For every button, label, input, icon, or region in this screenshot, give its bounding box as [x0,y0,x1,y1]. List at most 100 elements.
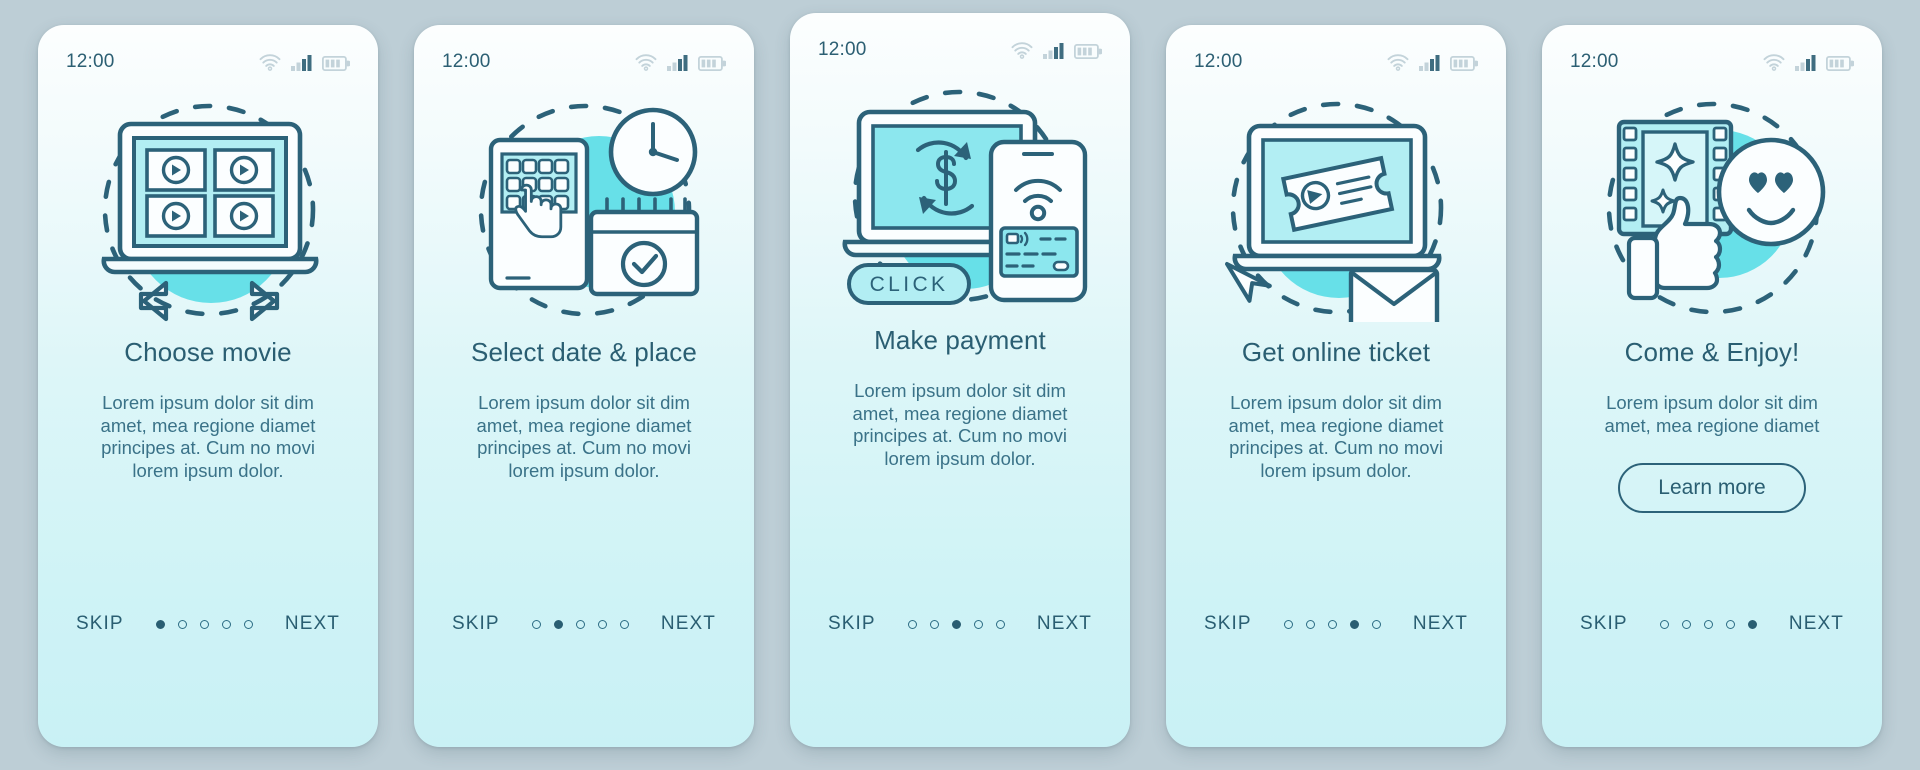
onboarding-screen-select-date-place: 12:00 Select date & place Lorem ipsum do… [414,25,754,747]
skip-button[interactable]: SKIP [1580,613,1628,635]
pagination-dot[interactable] [1349,619,1359,629]
pagination-dots [1659,619,1757,629]
page-description: Lorem ipsum dolor sit dim amet, mea regi… [852,380,1068,469]
skip-button[interactable]: SKIP [828,613,876,635]
pagination-dot[interactable] [531,619,541,629]
onboarding-screen-get-online-ticket: 12:00 Get online ticket Lorem ipsum dolo… [1166,25,1506,747]
page-description: Lorem ipsum dolor sit dim amet, mea regi… [1228,392,1444,481]
page-description: Lorem ipsum dolor sit dim amet, mea regi… [100,392,316,481]
status-clock: 12:00 [818,39,867,60]
battery-icon [1826,56,1854,71]
cellular-signal-icon [1419,55,1440,71]
onboarding-footer: SKIP NEXT [790,613,1130,747]
pagination-dot[interactable] [1305,619,1315,629]
status-bar: 12:00 [1542,25,1882,83]
onboarding-footer: SKIP NEXT [1166,613,1506,747]
page-title: Choose movie [124,337,292,367]
status-clock: 12:00 [442,51,491,72]
next-button[interactable]: NEXT [1037,613,1092,635]
skip-button[interactable]: SKIP [76,613,124,635]
status-icon-group [634,53,726,71]
page-title: Come & Enjoy! [1624,337,1800,367]
illustration-make-payment: CLICK [790,71,1130,319]
cta-container: Learn more [1542,463,1882,514]
pagination-dot[interactable] [1371,619,1381,629]
pagination-dot[interactable] [575,619,585,629]
illustration-come-and-enjoy [1542,83,1882,331]
pagination-dot[interactable] [1725,619,1735,629]
onboarding-screen-choose-movie: 12:00 Choose movie Lorem ipsum dolor sit… [38,25,378,747]
onboarding-footer: SKIP NEXT [38,613,378,747]
pagination-dot[interactable] [1681,619,1691,629]
battery-icon [1074,44,1102,59]
status-icon-group [1010,41,1102,59]
pagination-dots [155,619,253,629]
pagination-dot[interactable] [1747,619,1757,629]
page-title: Make payment [874,325,1046,355]
status-icon-group [1386,53,1478,71]
learn-more-button[interactable]: Learn more [1618,463,1806,514]
status-bar: 12:00 [1166,25,1506,83]
pagination-dot[interactable] [177,619,187,629]
pagination-dot[interactable] [929,619,939,629]
pagination-dots [1283,619,1381,629]
onboarding-screen-come-and-enjoy: 12:00 Come & Enjoy! Lorem ipsum dolor si… [1542,25,1882,747]
onboarding-footer: SKIP NEXT [414,613,754,747]
skip-button[interactable]: SKIP [452,613,500,635]
flex-spacer [1166,482,1506,613]
onboarding-screen-make-payment: 12:00 CLICK Make payment Lorem ipsum dol… [790,13,1130,747]
illustration-select-date-place [414,83,754,331]
skip-button[interactable]: SKIP [1204,613,1252,635]
pagination-dot[interactable] [1659,619,1669,629]
onboarding-footer: SKIP NEXT [1542,613,1882,747]
cellular-signal-icon [1043,43,1064,59]
pagination-dot[interactable] [619,619,629,629]
flex-spacer [38,482,378,613]
pagination-dot[interactable] [1283,619,1293,629]
next-button[interactable]: NEXT [661,613,716,635]
pagination-dot[interactable] [973,619,983,629]
pagination-dot[interactable] [1327,619,1337,629]
cellular-signal-icon [291,55,312,71]
page-title: Get online ticket [1241,337,1431,367]
pagination-dot[interactable] [243,619,253,629]
next-button[interactable]: NEXT [1789,613,1844,635]
pagination-dot[interactable] [951,619,961,629]
cellular-signal-icon [667,55,688,71]
pagination-dot[interactable] [155,619,165,629]
onboarding-screens-board: 12:00 Choose movie Lorem ipsum dolor sit… [0,0,1920,770]
illustration-get-online-ticket [1166,83,1506,331]
page-title: Select date & place [471,337,697,367]
pagination-dot[interactable] [597,619,607,629]
status-clock: 12:00 [1194,51,1243,72]
battery-icon [322,56,350,71]
wifi-icon [1763,54,1785,71]
cellular-signal-icon [1795,55,1816,71]
status-bar: 12:00 [38,25,378,83]
status-bar: 12:00 [414,25,754,83]
pagination-dot[interactable] [553,619,563,629]
pagination-dots [531,619,629,629]
pagination-dot[interactable] [221,619,231,629]
battery-icon [1450,56,1478,71]
status-clock: 12:00 [66,51,115,72]
pagination-dot[interactable] [907,619,917,629]
flex-spacer [1542,513,1882,613]
pagination-dot[interactable] [995,619,1005,629]
wifi-icon [259,54,281,71]
page-description: Lorem ipsum dolor sit dim amet, mea regi… [1604,392,1820,436]
wifi-icon [635,54,657,71]
click-badge-text: CLICK [870,273,949,296]
flex-spacer [414,482,754,613]
flex-spacer [790,470,1130,613]
next-button[interactable]: NEXT [285,613,340,635]
status-bar: 12:00 [790,13,1130,71]
wifi-icon [1011,42,1033,59]
status-icon-group [1762,53,1854,71]
pagination-dot[interactable] [199,619,209,629]
page-description: Lorem ipsum dolor sit dim amet, mea regi… [476,392,692,481]
pagination-dot[interactable] [1703,619,1713,629]
status-clock: 12:00 [1570,51,1619,72]
status-icon-group [258,53,350,71]
next-button[interactable]: NEXT [1413,613,1468,635]
